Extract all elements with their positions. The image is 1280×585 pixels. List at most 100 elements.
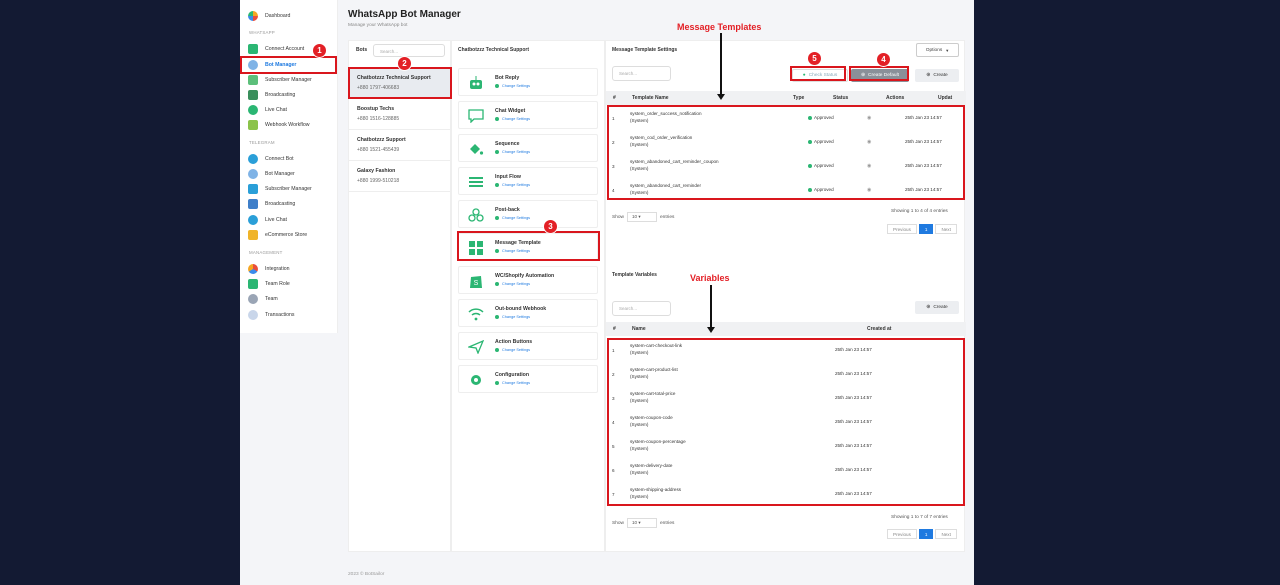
wifi-icon — [468, 306, 484, 322]
eye-icon[interactable]: ◉ — [867, 139, 871, 145]
robot-icon — [468, 75, 484, 91]
eye-icon[interactable]: ◉ — [867, 187, 871, 193]
page-title: WhatsApp Bot Manager — [348, 9, 461, 20]
table-row[interactable]: 1 system-cart-checkout-link (System) 25th J… — [606, 339, 960, 363]
table-row[interactable]: 4 system_abandoned_cart_reminder (System)… — [606, 179, 960, 203]
footer: 2023 © BotSailor — [348, 572, 385, 577]
store-icon — [248, 230, 258, 240]
change-settings-link[interactable]: Change Settings — [495, 117, 530, 121]
shopify-icon: S — [468, 273, 484, 289]
prev-page-button[interactable]: Previous — [887, 224, 917, 234]
change-settings-link[interactable]: Change Settings — [495, 216, 530, 220]
table-row[interactable]: 3 system_abandoned_cart_reminder_coupon(… — [606, 155, 960, 179]
create-default-button[interactable]: ⊕ Create Default — [851, 69, 909, 82]
table-row[interactable]: 3 system-cart-total-price (System) 25th Jan… — [606, 387, 960, 411]
sidebar-item-team[interactable]: Team — [248, 292, 278, 306]
bots-search-input[interactable]: Search... — [373, 44, 445, 57]
eye-icon[interactable]: ◉ — [867, 163, 871, 169]
template-search-input[interactable]: Search... — [612, 66, 671, 81]
options-dropdown[interactable]: Options ▼ — [916, 43, 959, 57]
cubes-icon — [468, 207, 484, 223]
change-settings-link[interactable]: Change Settings — [495, 183, 530, 187]
step-badge-4: 4 — [876, 52, 891, 67]
pagination: Previous 1 Next — [887, 224, 957, 234]
sidebar-item-ecommerce-store[interactable]: eCommerce Store — [248, 228, 307, 242]
chat-icon — [248, 215, 258, 225]
page-length-select[interactable]: 10 ▾ — [627, 518, 657, 528]
table-row[interactable]: 7 system-shipping-address (System) 25th Jan… — [606, 483, 960, 507]
table-row[interactable]: 2 system_cod_order_verification (System) … — [606, 131, 960, 155]
sidebar-item-integration[interactable]: Integration — [248, 262, 290, 276]
sidebar-item-connect-account[interactable]: Connect Account — [248, 42, 304, 56]
dashboard-icon — [248, 11, 258, 21]
next-page-button[interactable]: Next — [935, 224, 957, 234]
page-length-select[interactable]: 10 ▾ — [627, 212, 657, 222]
sidebar-item-dashboard[interactable]: Dashboard — [248, 9, 290, 23]
change-settings-link[interactable]: Change Settings — [495, 150, 530, 154]
sidebar-item-tg-live-chat[interactable]: Live Chat — [248, 213, 287, 227]
bot-item[interactable]: Boostup Techs +880 1516-128885 — [349, 99, 452, 130]
card-configuration[interactable]: Configuration Change Settings — [458, 365, 598, 393]
step-badge-3: 3 — [543, 219, 558, 234]
sidebar-item-bot-manager[interactable]: Bot Manager — [248, 58, 296, 72]
table-row[interactable]: 6 system-delivery-date (System) 25th Jan 23… — [606, 459, 960, 483]
sidebar-item-webhook-workflow[interactable]: Webhook Workflow — [248, 118, 310, 132]
card-outbound-webhook[interactable]: Out-bound Webhook Change Settings — [458, 299, 598, 327]
card-action-buttons[interactable]: Action Buttons Change Settings — [458, 332, 598, 360]
sidebar-item-tg-broadcasting[interactable]: Broadcasting — [248, 197, 295, 211]
grid-icon — [468, 240, 484, 256]
card-chat-widget[interactable]: Chat Widget Change Settings — [458, 101, 598, 129]
page-1-button[interactable]: 1 — [918, 529, 934, 539]
telegram-icon — [248, 154, 258, 164]
table-row[interactable]: 1 system_order_success_notification (Syst… — [606, 107, 960, 131]
sidebar-item-live-chat[interactable]: Live Chat — [248, 103, 287, 117]
change-settings-link[interactable]: Change Settings — [495, 84, 530, 88]
webhook-icon — [248, 120, 258, 130]
next-page-button[interactable]: Next — [935, 529, 957, 539]
prev-page-button[interactable]: Previous — [887, 529, 917, 539]
list-icon — [468, 174, 484, 190]
eye-icon[interactable]: ◉ — [867, 115, 871, 121]
sidebar-item-broadcasting[interactable]: Broadcasting — [248, 88, 295, 102]
card-post-back[interactable]: Post-back Change Settings — [458, 200, 598, 228]
card-wc-shopify[interactable]: S WC/Shopify Automation Change Settings — [458, 266, 598, 294]
check-status-button[interactable]: ● Check Status — [792, 69, 848, 82]
chevron-down-icon: ▼ — [945, 47, 950, 53]
page-subtitle: Manage your WhatsApp bot — [348, 23, 408, 28]
card-bot-reply[interactable]: Bot Reply Change Settings — [458, 68, 598, 96]
step-badge-2: 2 — [397, 56, 412, 71]
sidebar-item-tg-subscriber-manager[interactable]: Subscriber Manager — [248, 182, 312, 196]
sidebar-item-subscriber-manager[interactable]: Subscriber Manager — [248, 73, 312, 87]
annotation-message-templates: Message Templates — [677, 22, 762, 32]
card-input-flow[interactable]: Input Flow Change Settings — [458, 167, 598, 195]
card-message-template[interactable]: Message Template Change Settings — [458, 233, 598, 261]
integration-icon — [248, 264, 258, 274]
create-template-button[interactable]: ⊕ Create — [915, 69, 959, 82]
card-sequence[interactable]: Sequence Change Settings — [458, 134, 598, 162]
gear-icon — [468, 372, 484, 388]
sidebar-item-connect-bot[interactable]: Connect Bot — [248, 152, 294, 166]
change-settings-link[interactable]: Change Settings — [495, 282, 530, 286]
section-whatsapp: WHATSAPP — [249, 30, 275, 35]
table-row[interactable]: 2 system-cart-product-list (System) 25th Ja… — [606, 363, 960, 387]
page-1-button[interactable]: 1 — [918, 224, 934, 234]
change-settings-link[interactable]: Change Settings — [495, 315, 530, 319]
plus-circle-icon: ⊕ — [926, 305, 931, 310]
sidebar-item-transactions[interactable]: Transactions — [248, 308, 295, 322]
section-management: MANAGEMENT — [249, 250, 283, 255]
change-settings-link[interactable]: Change Settings — [495, 249, 530, 253]
table-row[interactable]: 5 system-coupon-percentage (System) 25th Ja… — [606, 435, 960, 459]
sidebar-item-team-role[interactable]: Team Role — [248, 277, 290, 291]
variables-search-input[interactable]: Search... — [612, 301, 671, 316]
sidebar-item-tg-bot-manager[interactable]: Bot Manager — [248, 167, 295, 181]
change-settings-link[interactable]: Change Settings — [495, 348, 530, 352]
bot-item[interactable]: Galaxy Fashion +880 1999-510218 — [349, 161, 452, 192]
bot-item[interactable]: Chatbotzzz Technical Support +880 1797-4… — [349, 68, 452, 99]
plus-circle-icon: ⊕ — [861, 73, 866, 78]
create-variable-button[interactable]: ⊕ Create — [915, 301, 959, 314]
change-settings-link[interactable]: Change Settings — [495, 381, 530, 385]
bot-item[interactable]: Chatbotzzz Support +880 1521-455439 — [349, 130, 452, 161]
whatsapp-icon — [248, 44, 258, 54]
send-icon — [468, 339, 484, 355]
table-row[interactable]: 4 system-coupon-code (System) 25th Jan 23 1… — [606, 411, 960, 435]
